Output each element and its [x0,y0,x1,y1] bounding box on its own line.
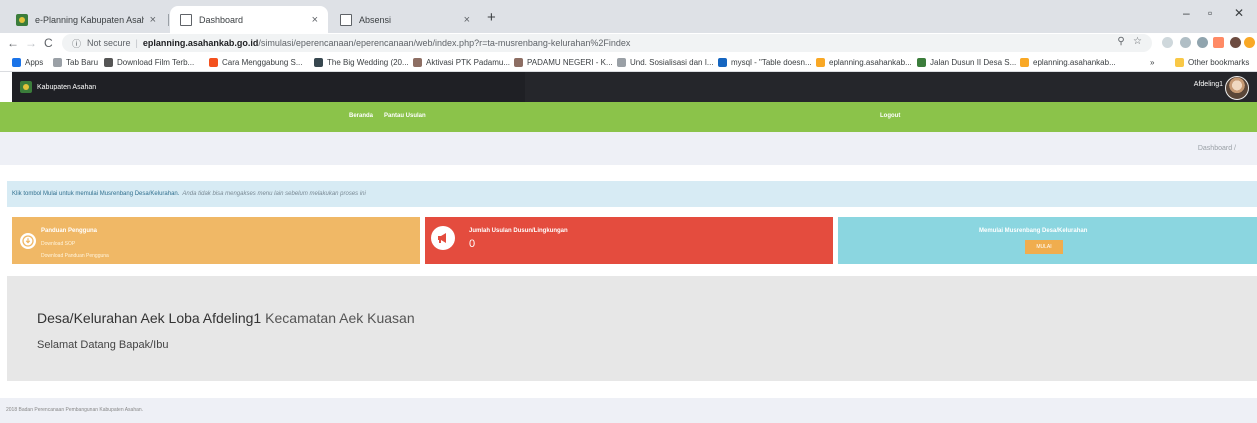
bookmark-item[interactable]: The Big Wedding (20... [314,56,409,69]
address-separator: | [135,38,138,48]
update-icon[interactable] [1244,37,1255,48]
page-icon [340,13,352,26]
bookmark-favicon-icon [209,58,218,67]
megaphone-icon [431,226,455,250]
info-icon[interactable]: ⓘ [72,37,81,50]
welcome-panel [7,276,1257,381]
page-icon [180,13,192,26]
close-icon[interactable]: × [464,14,470,26]
bookmark-item[interactable]: Cara Menggabung S... [209,56,303,69]
bookmark-favicon-icon [816,58,825,67]
proposal-count-value: 0 [469,238,476,250]
new-tab-button[interactable]: + [487,9,496,26]
bookmark-item[interactable]: Download Film Terb... [104,56,194,69]
maximize-button[interactable]: ▫ [1208,6,1212,20]
alert-text: Klik tombol Mulai untuk memulai Musrenba… [12,191,180,197]
security-status: Not secure [87,38,131,48]
bookmark-favicon-icon [314,58,323,67]
reload-icon[interactable]: C [44,36,53,50]
tab-divider [168,14,169,26]
browser-tab-strip: e-Planning Kabupaten Asahan × Dashboard … [0,0,1257,33]
bookmark-item[interactable]: Jalan Dusun II Desa S... [917,56,1016,69]
info-alert: Klik tombol Mulai untuk memulai Musrenba… [7,181,1257,207]
nav-logout[interactable]: Logout [880,113,900,119]
footer-text: 2018 Badan Perencanaan Pembangunan Kabup… [6,407,144,413]
village-name: Desa/Kelurahan Aek Loba Afdeling1 [37,310,262,326]
bookmark-item[interactable]: PADAMU NEGERI - K... [514,56,613,69]
back-arrow-icon[interactable]: ← [7,36,19,50]
nav-beranda[interactable]: Beranda [349,113,373,119]
breadcrumb-bar [0,132,1257,165]
bookmark-favicon-icon [413,58,422,67]
forward-arrow-icon[interactable]: → [25,36,37,50]
breadcrumb[interactable]: Dashboard / [1198,145,1236,152]
brand-name[interactable]: Kabupaten Asahan [37,84,96,91]
bookmark-item[interactable]: eplanning.asahankab... [1020,56,1116,69]
bookmark-item[interactable]: Tab Baru [53,56,98,69]
download-guide-link[interactable]: Download Panduan Pengguna [41,253,109,259]
proposal-count-title: Jumlah Usulan Dusun/Lingkungan [469,228,568,234]
extension-icon[interactable] [1162,37,1173,48]
asahan-logo-icon [20,81,32,93]
welcome-text: Selamat Datang Bapak/Ibu [37,339,169,351]
extension-icon[interactable] [1180,37,1191,48]
tab-title: Dashboard [199,14,244,25]
bookmarks-overflow-button[interactable]: » [1150,56,1154,69]
apps-grid-icon [12,58,21,67]
bookmark-favicon-icon [53,58,62,67]
download-icon [20,233,36,249]
other-bookmarks[interactable]: Other bookmarks [1175,56,1249,69]
zoom-icon[interactable]: ⚲ [1117,36,1124,47]
user-avatar[interactable] [1225,76,1249,100]
extension-icon[interactable] [1197,37,1208,48]
nav-pantau-usulan[interactable]: Pantau Usulan [384,113,426,119]
bookmark-favicon-icon [718,58,727,67]
app-header-brand: Kabupaten Asahan [12,72,525,102]
bookmark-item[interactable]: Und. Sosialisasi dan I... [617,56,714,69]
app-header-bar [525,72,1257,102]
bookmark-item[interactable]: Aktivasi PTK Padamu... [413,56,510,69]
star-icon[interactable]: ☆ [1133,36,1142,47]
bookmark-favicon-icon [514,58,523,67]
tab-title: e-Planning Kabupaten Asahan [35,14,144,25]
profile-avatar-icon[interactable] [1230,37,1241,48]
browser-toolbar: ← → C ⓘ Not secure | eplanning.asahankab… [0,33,1257,53]
close-icon[interactable]: × [312,14,318,26]
url-host: eplanning.asahankab.go.id [142,38,259,48]
footer [0,398,1257,423]
district-name: Kecamatan Aek Kuasan [265,310,415,326]
bookmark-favicon-icon [917,58,926,67]
main-nav: Beranda Pantau Usulan Logout [0,102,1257,132]
start-musrenbang-title: Memulai Musrenbang Desa/Kelurahan [979,228,1088,234]
omnibox-actions: ⚲ ☆ [1117,36,1142,47]
extension-icon[interactable] [1213,37,1224,48]
bookmark-favicon-icon [1020,58,1029,67]
close-icon[interactable]: × [150,14,156,26]
tab-title: Absensi [359,14,392,25]
browser-tab-absensi[interactable]: Absensi × [330,6,480,33]
folder-icon [1175,58,1184,67]
proposal-count-card [425,217,833,264]
close-window-button[interactable]: ✕ [1234,6,1244,20]
browser-tab-dashboard[interactable]: Dashboard × [170,6,328,33]
url-path: /simulasi/eperencanaan/eperencanaan/web/… [258,38,631,48]
village-heading: Desa/Kelurahan Aek Loba Afdeling1 Kecamat… [37,310,415,326]
bookmark-favicon-icon [617,58,626,67]
minimize-button[interactable]: – [1183,6,1190,20]
bookmark-favicon-icon [104,58,113,67]
bookmark-item[interactable]: mysql - "Table doesn... [718,56,812,69]
asahan-logo-icon [16,13,28,26]
bookmarks-bar: Apps Tab Baru Download Film Terb... Cara… [0,53,1257,72]
download-sop-link[interactable]: Download SOP [41,241,75,247]
address-bar[interactable]: ⓘ Not secure | eplanning.asahankab.go.id… [62,34,1152,52]
user-name[interactable]: Afdeling1 [1194,81,1223,88]
mulai-button[interactable]: MULAI [1025,240,1063,254]
alert-note: Anda tidak bisa mengakses menu lain sebe… [182,191,366,197]
guide-title: Panduan Pengguna [41,228,98,234]
bookmark-item[interactable]: eplanning.asahankab... [816,56,912,69]
browser-tab-eplanning[interactable]: e-Planning Kabupaten Asahan × [6,6,166,33]
bookmark-apps[interactable]: Apps [12,56,43,69]
